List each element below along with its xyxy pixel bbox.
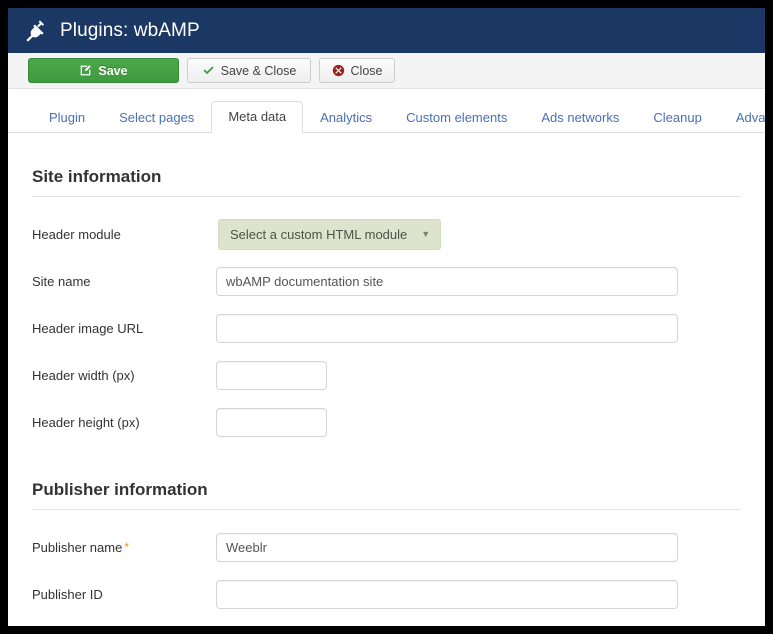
field-publisher-id bbox=[216, 580, 678, 609]
field-row-header-width: Header width (px) bbox=[32, 352, 741, 399]
tab-plugin-label: Plugin bbox=[49, 110, 86, 125]
tab-ads-networks[interactable]: Ads networks bbox=[524, 102, 636, 133]
tab-meta-data-label: Meta data bbox=[228, 109, 287, 124]
field-header-width bbox=[216, 361, 327, 390]
header-width-input[interactable] bbox=[216, 361, 327, 390]
window-header: Plugins: wbAMP bbox=[8, 8, 765, 53]
label-site-name: Site name bbox=[32, 274, 91, 289]
header-height-input[interactable] bbox=[216, 408, 327, 437]
field-site-name bbox=[216, 267, 678, 296]
field-row-header-height: Header height (px) bbox=[32, 399, 741, 446]
field-publisher-name bbox=[216, 533, 678, 562]
close-button[interactable]: Close bbox=[319, 58, 395, 83]
tab-ads-networks-label: Ads networks bbox=[541, 110, 620, 125]
label-header-image-url: Header image URL bbox=[32, 321, 144, 336]
tab-plugin[interactable]: Plugin bbox=[32, 102, 102, 133]
tab-cleanup[interactable]: Cleanup bbox=[636, 102, 718, 133]
window-title: Plugins: wbAMP bbox=[60, 19, 200, 41]
field-header-module: Select a custom HTML module ▼ bbox=[216, 219, 442, 250]
tab-select-pages-label: Select pages bbox=[119, 110, 195, 125]
section-divider bbox=[32, 509, 741, 510]
field-row-publisher-name: Publisher name * bbox=[32, 524, 741, 571]
tab-select-pages[interactable]: Select pages bbox=[102, 102, 211, 133]
tab-advanced-label: Advanced bbox=[735, 110, 765, 125]
section-title-publisher-information: Publisher information bbox=[32, 480, 208, 499]
save-and-close-button-label: Save & Close bbox=[220, 63, 297, 78]
cancel-circle-icon bbox=[332, 64, 345, 77]
label-publisher-name: Publisher name * bbox=[32, 540, 216, 555]
toolbar: Save Save & Close Close bbox=[8, 53, 765, 89]
save-button[interactable]: Save bbox=[28, 58, 179, 83]
header-module-select[interactable]: Select a custom HTML module ▼ bbox=[218, 219, 442, 250]
site-name-input[interactable] bbox=[216, 267, 678, 296]
tab-advanced[interactable]: Advanced bbox=[719, 102, 765, 133]
label-header-module: Header module bbox=[32, 227, 121, 242]
chevron-down-icon: ▼ bbox=[421, 229, 431, 239]
tab-custom-elements[interactable]: Custom elements bbox=[389, 102, 524, 133]
check-icon bbox=[202, 64, 215, 77]
plug-icon bbox=[26, 19, 45, 42]
save-and-close-button[interactable]: Save & Close bbox=[187, 58, 311, 83]
field-header-image-url bbox=[216, 314, 678, 343]
field-row-header-image-url: Header image URL bbox=[32, 305, 741, 352]
edit-square-icon bbox=[79, 64, 92, 77]
tab-cleanup-label: Cleanup bbox=[653, 110, 702, 125]
header-image-url-input[interactable] bbox=[216, 314, 678, 343]
publisher-name-input[interactable] bbox=[216, 533, 678, 562]
required-marker: * bbox=[124, 540, 129, 554]
tab-meta-data[interactable]: Meta data bbox=[211, 101, 304, 133]
section-title-site-information: Site information bbox=[32, 167, 162, 186]
meta-data-panel: Site information Header module Select a … bbox=[8, 167, 765, 618]
field-header-height bbox=[216, 408, 327, 437]
publisher-id-input[interactable] bbox=[216, 580, 678, 609]
close-button-label: Close bbox=[350, 63, 383, 78]
tab-analytics[interactable]: Analytics bbox=[303, 102, 389, 133]
field-row-publisher-id: Publisher ID bbox=[32, 571, 741, 618]
field-row-header-module: Header module Select a custom HTML modul… bbox=[32, 211, 741, 258]
header-module-select-value: Select a custom HTML module bbox=[230, 227, 408, 242]
save-button-label: Save bbox=[98, 63, 128, 78]
tab-custom-elements-label: Custom elements bbox=[406, 110, 508, 125]
plugin-edit-window: Plugins: wbAMP Save Save & Close Close P… bbox=[8, 8, 765, 626]
tabs-container: Plugin Select pages Meta data Analytics … bbox=[8, 89, 765, 133]
label-publisher-id: Publisher ID bbox=[32, 587, 103, 602]
tab-bar: Plugin Select pages Meta data Analytics … bbox=[8, 101, 765, 133]
section-divider bbox=[32, 196, 741, 197]
field-row-site-name: Site name bbox=[32, 258, 741, 305]
label-header-width: Header width (px) bbox=[32, 368, 135, 383]
tab-analytics-label: Analytics bbox=[320, 110, 373, 125]
label-publisher-name-text: Publisher name bbox=[32, 540, 123, 555]
label-header-height: Header height (px) bbox=[32, 415, 140, 430]
